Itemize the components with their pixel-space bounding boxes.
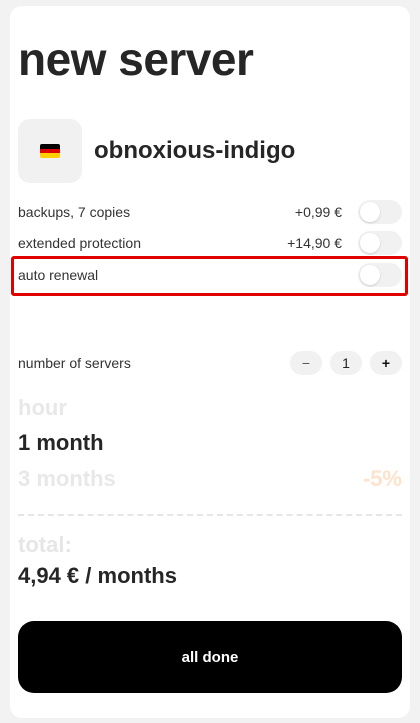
- server-name: obnoxious-indigo: [94, 137, 296, 164]
- servers-count-row: number of servers − 1 +: [18, 348, 402, 378]
- period-hour[interactable]: hour: [18, 395, 67, 421]
- decrement-button[interactable]: −: [290, 351, 322, 375]
- increment-button[interactable]: +: [370, 351, 402, 375]
- option-price: +0,99 €: [294, 204, 342, 220]
- period-3-months[interactable]: 3 months: [18, 466, 116, 492]
- auto-renewal-highlight: [11, 256, 408, 296]
- divider: [18, 514, 402, 516]
- total-label: total:: [18, 532, 72, 557]
- server-summary: obnoxious-indigo: [18, 119, 402, 183]
- page-title: new server: [18, 33, 254, 85]
- option-backups: backups, 7 copies +0,99 €: [18, 197, 402, 227]
- option-label: extended protection: [18, 235, 141, 251]
- location-flag-button[interactable]: [18, 119, 82, 183]
- discount-badge: -5%: [362, 466, 402, 491]
- period-1-month[interactable]: 1 month: [18, 430, 104, 456]
- option-price: +14,90 €: [287, 235, 342, 251]
- backups-toggle[interactable]: [358, 200, 402, 224]
- toggle-knob: [360, 202, 380, 222]
- option-label: backups, 7 copies: [18, 204, 131, 220]
- toggle-knob: [360, 233, 380, 253]
- option-extended-protection: extended protection +14,90 €: [18, 228, 402, 258]
- servers-count-label: number of servers: [18, 355, 131, 371]
- servers-count-value: 1: [330, 351, 362, 375]
- total-value: 4,94 € / months: [18, 563, 177, 588]
- germany-flag-icon: [40, 144, 60, 158]
- extended-protection-toggle[interactable]: [358, 231, 402, 255]
- all-done-button[interactable]: all done: [18, 621, 402, 693]
